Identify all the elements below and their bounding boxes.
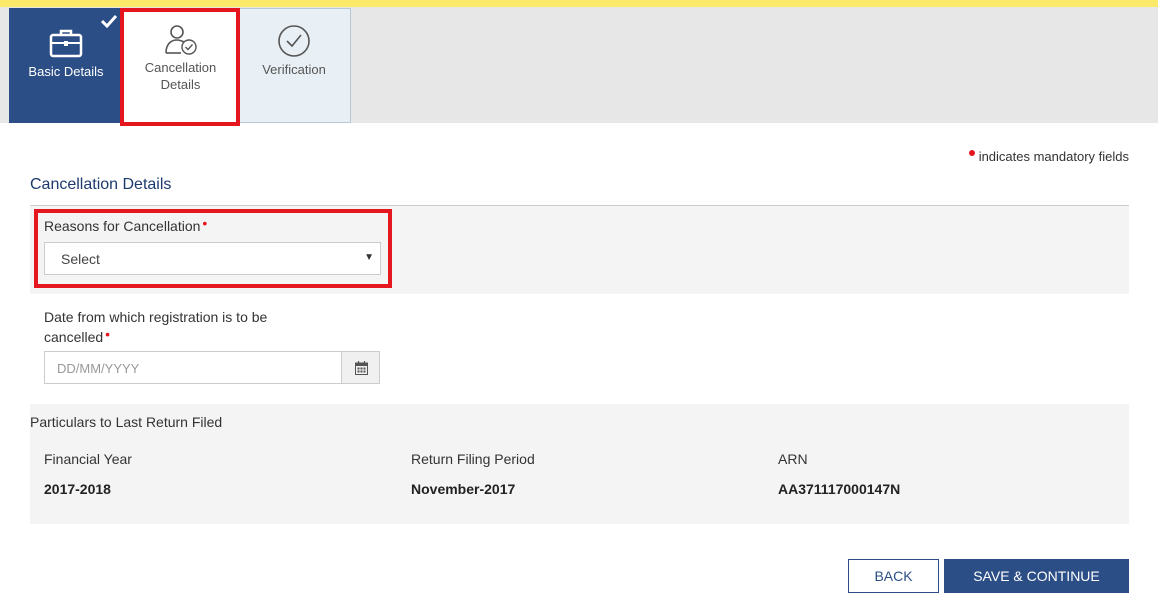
calendar-icon (355, 361, 368, 375)
reason-field-label-text: Reasons for Cancellation (44, 218, 201, 234)
tab-cancellation-label-line1: Cancellation (144, 60, 217, 75)
back-button[interactable]: BACK (848, 559, 939, 593)
section-title: Cancellation Details (30, 176, 172, 193)
date-field-label-line2: cancelled (44, 329, 104, 345)
date-placeholder: DD/MM/YYYY (57, 361, 140, 376)
arn-header: ARN (778, 451, 808, 467)
save-continue-button[interactable]: SAVE & CONTINUE (944, 559, 1129, 593)
mandatory-note: indicates mandatory fields (968, 149, 1129, 164)
arn-value: AA371117000147N (778, 481, 901, 497)
check-circle-icon (278, 25, 310, 57)
date-field-label: Date from which registration is to be ca… (44, 307, 267, 347)
top-strip (0, 0, 1158, 7)
calendar-button[interactable] (341, 351, 380, 384)
required-mark: • (105, 326, 111, 342)
return-filing-period-value: November-2017 (411, 481, 516, 497)
tab-cancellation-label-line2: Details (160, 77, 201, 92)
required-mark: • (202, 215, 208, 231)
caret-down-icon: ▼ (364, 252, 374, 263)
cancellation-date-input[interactable]: DD/MM/YYYY (44, 351, 342, 384)
financial-year-header: Financial Year (44, 451, 132, 467)
reason-field-label: Reasons for Cancellation • (44, 215, 208, 234)
tab-basic-details-label: Basic Details (28, 64, 104, 79)
financial-year-value: 2017-2018 (44, 481, 111, 497)
reason-select[interactable]: Select ▼ (44, 242, 381, 275)
tab-verification[interactable]: Verification (237, 8, 351, 123)
briefcase-icon (49, 29, 83, 58)
required-dot-icon (968, 150, 975, 156)
user-check-icon (164, 25, 197, 55)
checkmark-icon (101, 14, 117, 28)
tab-cancellation-details[interactable]: Cancellation Details (123, 8, 237, 123)
tab-basic-details[interactable]: Basic Details (9, 8, 123, 123)
last-return-title: Particulars to Last Return Filed (30, 414, 223, 430)
tab-verification-label: Verification (262, 62, 326, 77)
mandatory-note-text: indicates mandatory fields (978, 149, 1129, 164)
date-field-label-line1: Date from which registration is to be (44, 309, 268, 325)
reason-select-value: Select (61, 251, 100, 267)
return-filing-period-header: Return Filing Period (411, 451, 535, 467)
